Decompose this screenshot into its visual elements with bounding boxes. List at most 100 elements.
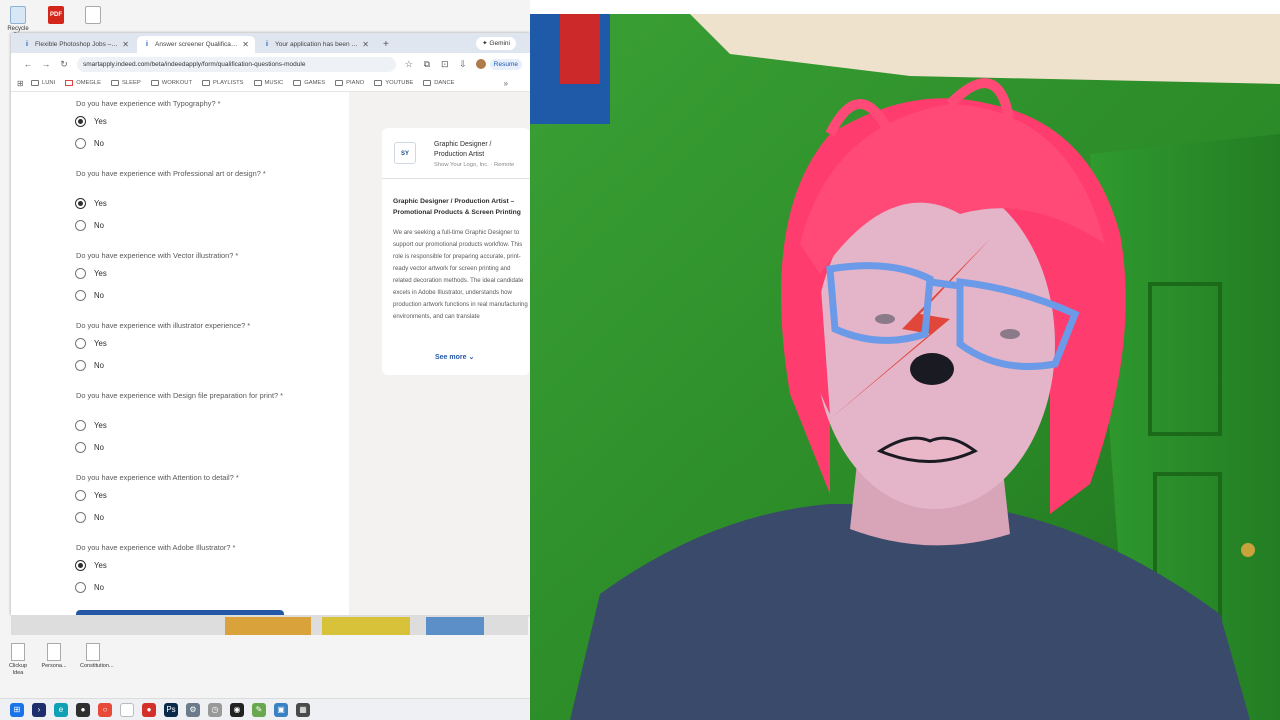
question-attention-to-detail: Do you have experience with Attention to… — [76, 473, 239, 482]
radio-button[interactable] — [75, 116, 86, 127]
option-yes[interactable]: Yes — [75, 268, 107, 279]
radio-button[interactable] — [75, 512, 86, 523]
desktop-file-icon[interactable]: Constitution... — [80, 643, 114, 670]
pdf-file-icon[interactable]: PDF — [43, 6, 69, 26]
radio-button[interactable] — [75, 338, 86, 349]
url-field[interactable]: smartapply.indeed.com/beta/indeedapply/f… — [77, 56, 396, 72]
chrome-icon[interactable]: ○ — [98, 702, 112, 717]
option-yes[interactable]: Yes — [75, 490, 107, 501]
extensions-icon[interactable]: ⧉ — [418, 59, 436, 70]
tab-photoshop-jobs[interactable]: i Flexible Photoshop Jobs – Apply ✕ — [17, 36, 135, 53]
folder-icon — [423, 80, 432, 86]
option-yes[interactable]: Yes — [75, 116, 107, 127]
bookmark-star-icon[interactable]: ☆ — [400, 59, 418, 70]
radio-button[interactable] — [75, 198, 86, 209]
radio-button[interactable] — [75, 220, 86, 231]
bookmark-dance[interactable]: DANCE — [423, 80, 455, 86]
bookmark-sleep[interactable]: SLEEP — [111, 80, 141, 86]
profile-avatar[interactable] — [475, 59, 486, 69]
calculator-icon[interactable]: ▦ — [296, 702, 310, 717]
job-description: We are seeking a full-time Graphic Desig… — [393, 229, 528, 320]
background-thumbnail — [225, 617, 311, 635]
bookmark-games[interactable]: GAMES — [293, 80, 325, 86]
folder-icon — [293, 80, 302, 86]
radio-button[interactable] — [75, 442, 86, 453]
terminal-icon[interactable]: › — [32, 702, 46, 717]
photoshop-icon[interactable]: Ps — [164, 702, 178, 717]
radio-button[interactable] — [75, 490, 86, 501]
close-tab-icon[interactable]: ✕ — [122, 40, 129, 49]
option-no[interactable]: No — [75, 138, 104, 149]
bookmark-omegle[interactable]: OMEGLE — [65, 80, 101, 86]
option-no[interactable]: No — [75, 512, 104, 523]
resume-button[interactable]: Resume — [489, 58, 522, 70]
download-icon[interactable]: ⇩ — [454, 59, 472, 70]
option-no[interactable]: No — [75, 582, 104, 593]
bookmark-piano[interactable]: PIANO — [335, 80, 364, 86]
radio-button[interactable] — [75, 138, 86, 149]
folder-icon — [31, 80, 39, 86]
radio-button[interactable] — [75, 582, 86, 593]
edge-icon[interactable]: e — [54, 702, 68, 717]
apps-grid-icon[interactable]: ⊞ — [17, 79, 31, 88]
option-no[interactable]: No — [75, 360, 104, 371]
gemini-button[interactable]: ✦ Gemini — [476, 37, 516, 50]
company-logo: SY — [394, 142, 416, 164]
option-no[interactable]: No — [75, 442, 104, 453]
camera-icon[interactable]: ● — [76, 702, 90, 717]
pen-tool-icon[interactable]: ✎ — [252, 702, 266, 717]
question-illustrator-experience: Do you have experience with illustrator … — [76, 321, 251, 330]
radio-button[interactable] — [75, 268, 86, 279]
option-yes[interactable]: Yes — [75, 338, 107, 349]
bookmark-playlists[interactable]: PLAYLISTS — [202, 80, 244, 86]
tab-strip: i Flexible Photoshop Jobs – Apply ✕ i An… — [11, 33, 530, 53]
option-no[interactable]: No — [75, 290, 104, 301]
option-yes[interactable]: Yes — [75, 198, 107, 209]
close-tab-icon[interactable]: ✕ — [242, 40, 249, 49]
bookmarks-bar: ⊞ LUNI OMEGLE SLEEP WORKOUT PLAYLISTS MU… — [11, 75, 530, 92]
description-title: Graphic Designer / Production Artist – P… — [393, 198, 521, 216]
see-more-link[interactable]: See more ⌄ — [435, 353, 474, 361]
address-bar-row: ← → ↻ smartapply.indeed.com/beta/indeeda… — [11, 53, 530, 75]
bookmark-youtube[interactable]: YOUTUBE — [374, 80, 413, 86]
media-app-icon[interactable]: ● — [142, 702, 156, 717]
webcam-image — [530, 14, 1280, 720]
image-viewer-icon[interactable]: ▣ — [274, 702, 288, 717]
tab-answer-screener[interactable]: i Answer screener Qualification ✕ — [137, 36, 255, 53]
recorder-icon[interactable]: ◉ — [230, 702, 244, 717]
desktop-file-icon[interactable]: Clickup Idea — [5, 643, 31, 677]
reload-icon[interactable]: ↻ — [55, 59, 73, 70]
windows-start-icon[interactable]: ⊞ — [10, 702, 24, 717]
desktop-file-icon[interactable]: Persona... — [41, 643, 67, 670]
screenshot-icon[interactable]: ⊡ — [436, 59, 454, 70]
bookmark-luni[interactable]: LUNI — [31, 80, 55, 86]
question-adobe-illustrator: Do you have experience with Adobe Illust… — [76, 543, 236, 552]
more-bookmarks-icon[interactable]: » — [504, 79, 508, 88]
folder-icon — [335, 80, 344, 86]
back-icon[interactable]: ← — [19, 59, 37, 69]
tab-application-submitted[interactable]: i Your application has been sub ✕ — [257, 36, 375, 53]
radio-button[interactable] — [75, 360, 86, 371]
option-yes[interactable]: Yes — [75, 420, 107, 431]
job-card: SY Graphic Designer / Production Artist … — [382, 128, 530, 375]
option-yes[interactable]: Yes — [75, 560, 107, 571]
close-tab-icon[interactable]: ✕ — [362, 40, 369, 49]
forward-icon[interactable]: → — [37, 59, 55, 69]
settings-gear-icon[interactable]: ⚙ — [186, 702, 200, 717]
indeed-favicon-icon: i — [146, 40, 148, 48]
radio-button[interactable] — [75, 560, 86, 571]
background-thumbnail — [322, 617, 410, 635]
bookmark-music[interactable]: MUSIC — [253, 80, 283, 86]
document-file-icon[interactable] — [80, 6, 106, 26]
divider — [382, 178, 530, 179]
new-tab-button[interactable]: + — [377, 39, 395, 53]
radio-button[interactable] — [75, 420, 86, 431]
folder-icon — [202, 80, 211, 86]
option-no[interactable]: No — [75, 220, 104, 231]
questions-form: Do you have experience with Typography? … — [11, 92, 349, 615]
bookmark-workout[interactable]: WORKOUT — [150, 80, 192, 86]
job-sidebar: SY Graphic Designer / Production Artist … — [349, 92, 530, 615]
notepad-icon[interactable] — [120, 702, 134, 717]
radio-button[interactable] — [75, 290, 86, 301]
clock-icon[interactable]: ◷ — [208, 702, 222, 717]
